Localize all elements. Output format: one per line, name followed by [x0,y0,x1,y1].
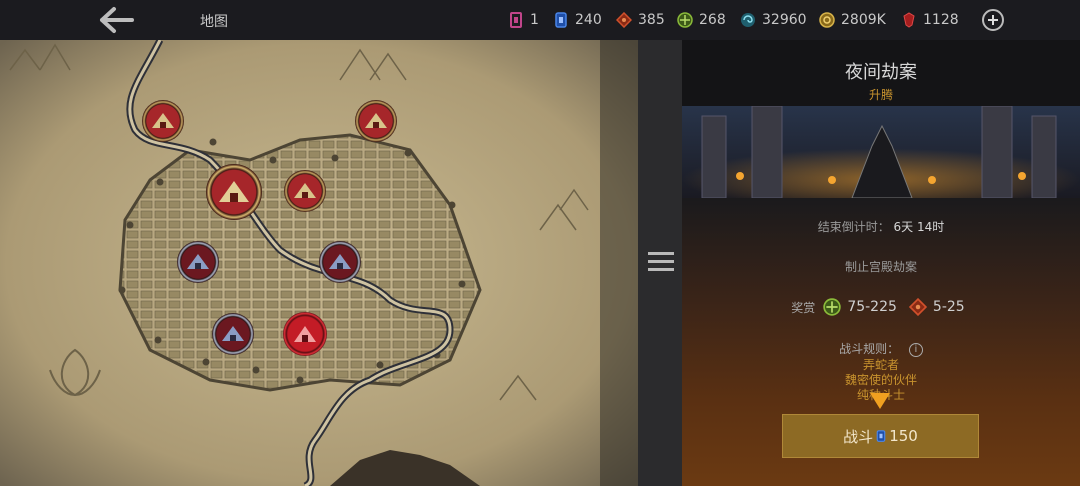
resource-ruby-value: 1128 [923,12,959,28]
tutorial-arrow-icon [870,393,890,409]
resource-green-emblem[interactable]: 268 [677,10,726,30]
resource-gold[interactable]: 2809K [819,10,886,30]
event-subtitle: 升腾 [868,88,893,102]
arrow-left-icon [100,7,134,33]
event-banner-image [682,106,1080,198]
red-diamond-icon [908,298,927,316]
marker-tent-bottom-red[interactable] [283,312,327,356]
panel-toggle-handle[interactable] [638,40,682,486]
reward-value-shard: 5-25 [932,299,965,315]
marker-tent-top-left[interactable] [142,100,184,142]
marker-tent-top-right[interactable] [355,100,397,142]
resource-ruby[interactable]: 1128 [901,10,959,30]
resource-red-shard-value: 385 [638,12,665,28]
resource-red-shard[interactable]: 385 [616,10,665,30]
tent-icon [365,113,387,128]
resource-essence-value: 32960 [762,12,807,28]
event-timer: 结束倒计时： 6天 14时 [682,218,1080,235]
marker-tent-blue-left[interactable] [177,241,219,283]
battle-rules-header: 战斗规则： i [682,340,1080,357]
gold-coin-icon [819,12,835,28]
fight-button[interactable]: 战斗 150 [782,414,979,458]
tent-icon [294,183,316,198]
tent-icon [222,326,244,341]
resource-ticket[interactable]: 1 [508,10,539,30]
event-timer-label: 结束倒计时： [817,220,890,234]
resource-essence[interactable]: 32960 [740,10,807,30]
swirl-icon [741,13,755,27]
energy-card-icon [876,430,886,442]
resource-energy-value: 240 [575,12,602,28]
event-objective: 制止宫殿劫案 [844,260,917,274]
tent-icon [329,254,351,269]
page-title: 地图 [200,14,228,30]
tent-icon [152,113,174,128]
battle-rules-label: 战斗规则： [839,342,900,356]
energy-card-icon [555,12,567,28]
red-diamond-icon [616,12,632,28]
ticket-icon [510,12,522,28]
tent-icon [187,254,209,269]
marker-tent-selected[interactable] [206,164,262,220]
add-resource-button[interactable] [982,9,1004,31]
green-emblem-icon [677,12,693,28]
marker-tent-blue-bottom[interactable] [212,313,254,355]
info-icon[interactable]: i [908,342,923,357]
top-bar: 地图 1 240 385 268 32960 2809K 1128 [0,0,1080,40]
reward-label: 奖赏 [791,300,816,315]
reward-row: 奖赏 75-225 5-25 [682,298,1080,316]
event-title: 夜间劫案 [845,62,917,83]
resource-gold-value: 2809K [841,12,886,28]
tent-icon [294,326,316,342]
resource-green-emblem-value: 268 [699,12,726,28]
event-timer-value: 6天 14时 [893,220,945,234]
marker-tent-center[interactable] [284,170,326,212]
city-map[interactable] [0,40,638,486]
back-button[interactable] [96,4,140,36]
fight-cost: 150 [889,427,918,445]
ruby-icon [903,12,915,28]
menu-icon [648,252,674,272]
tent-icon [219,181,249,202]
resource-energy[interactable]: 240 [553,10,602,30]
green-emblem-icon [823,298,842,316]
event-panel: 夜间劫案 升腾 结束倒计时： 6天 14时 制止宫殿劫案 奖赏 75-225 5… [682,40,1080,486]
marker-tent-blue-right[interactable] [319,241,361,283]
reward-value-emblem: 75-225 [847,299,897,315]
resource-ticket-value: 1 [530,12,539,28]
fight-label: 战斗 [843,427,874,446]
